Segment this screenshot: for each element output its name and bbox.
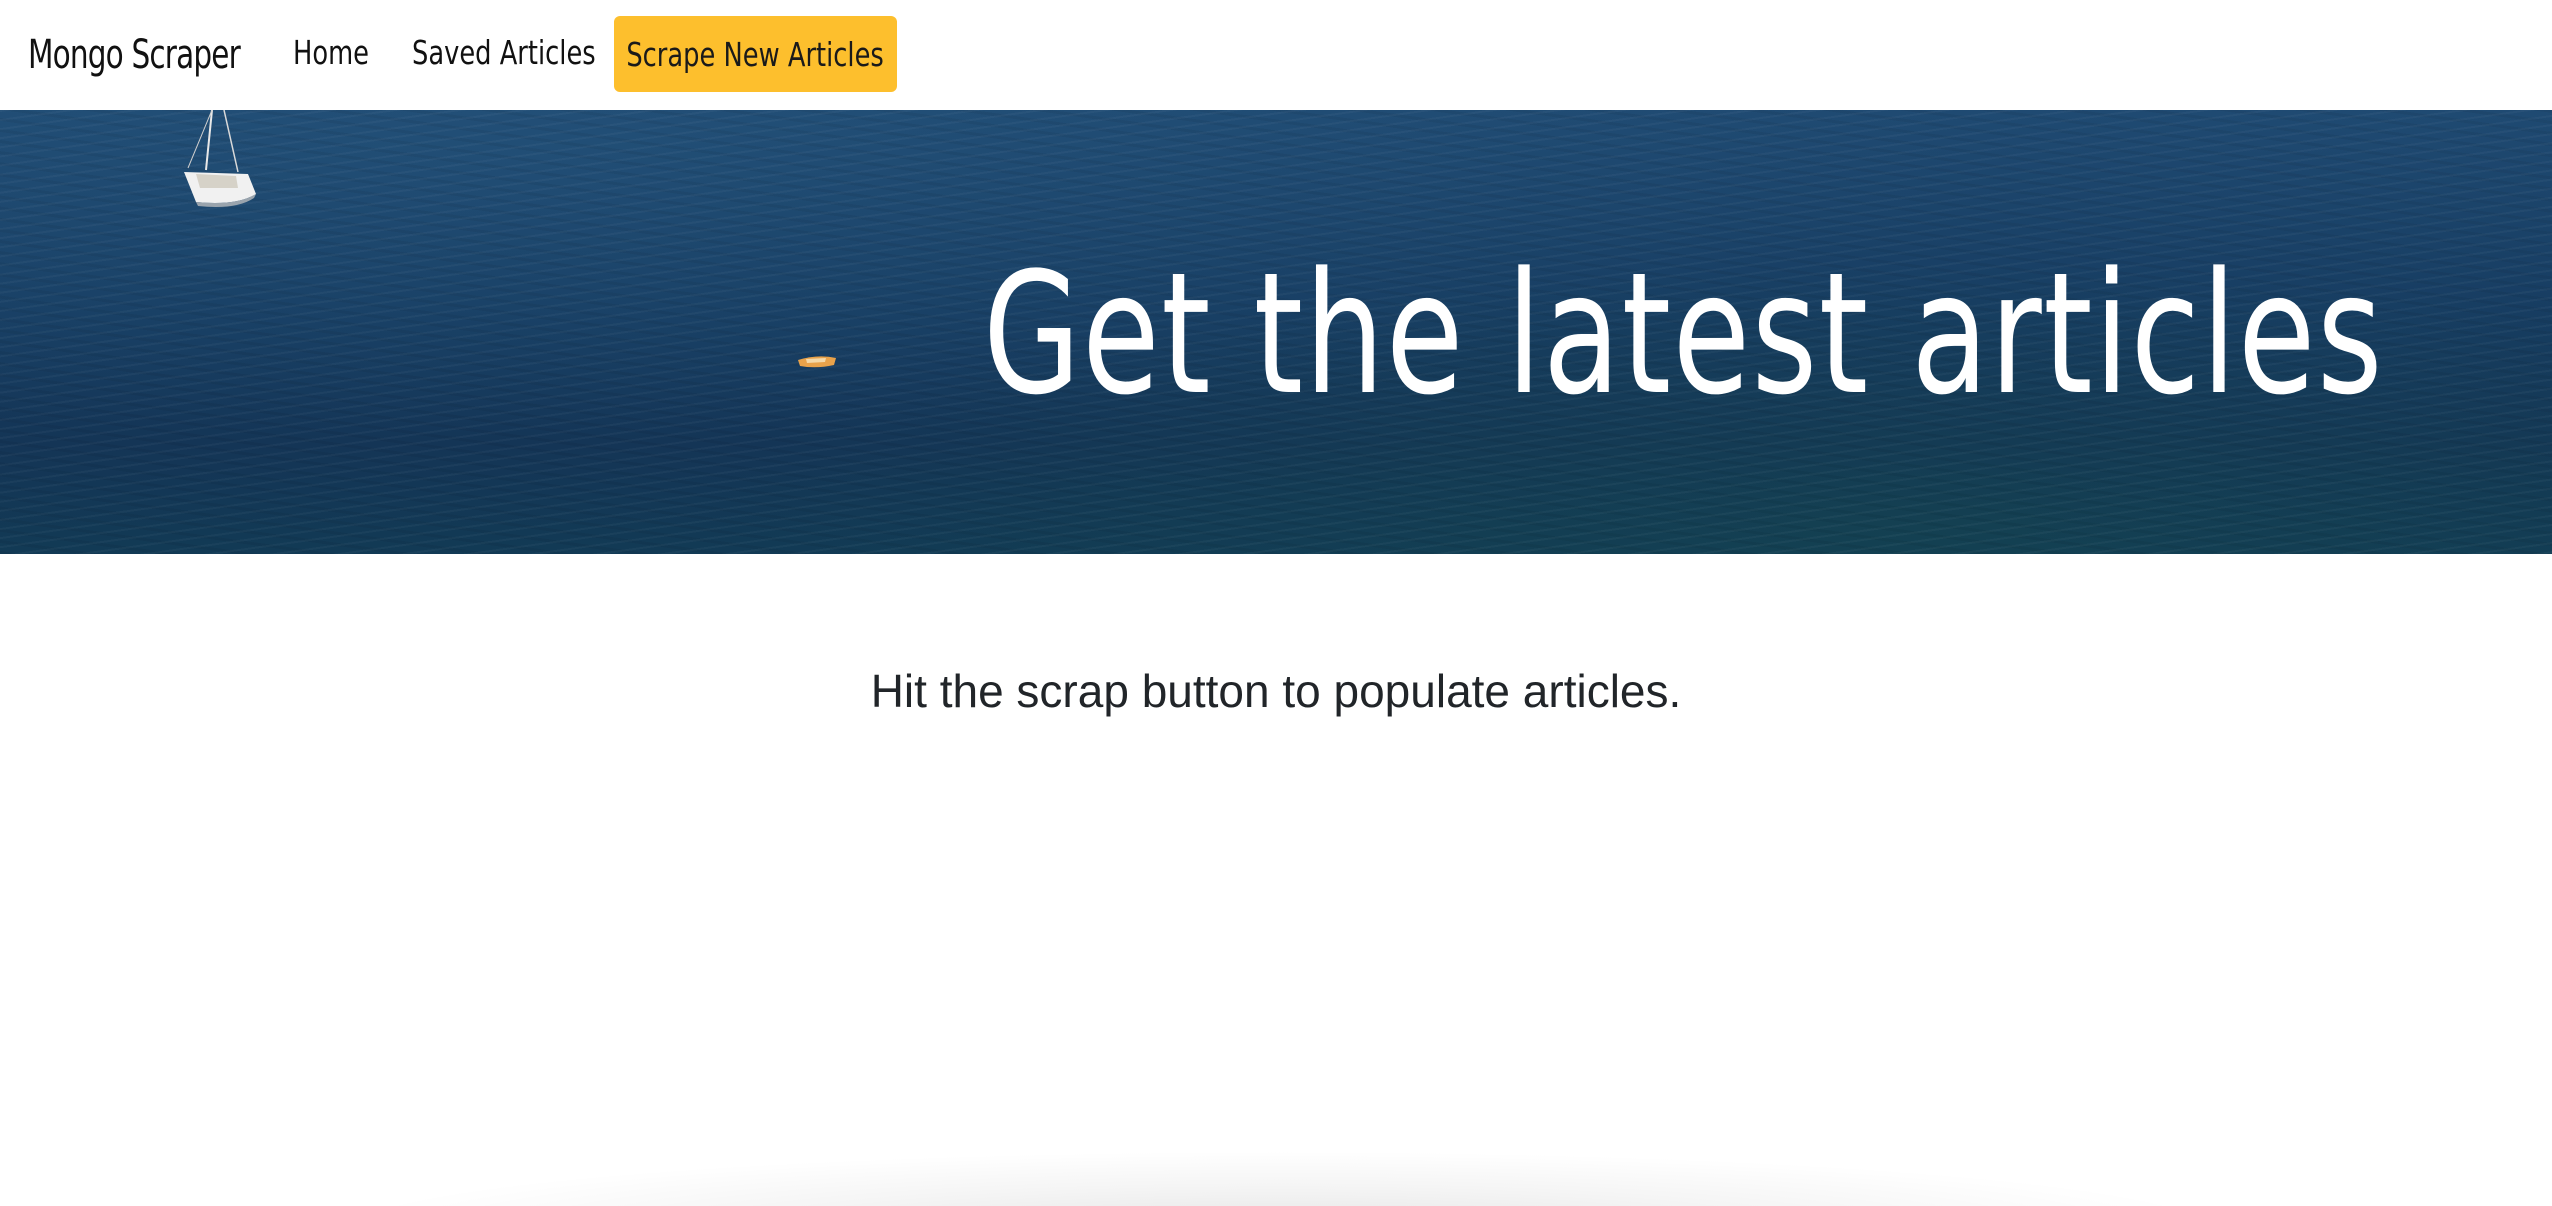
hero-banner: Get the latest articles [0, 110, 2552, 554]
brand-logo-link[interactable]: Mongo Scraper [28, 32, 241, 78]
articles-container-shadow [320, 1150, 2240, 1206]
scrape-button-label: Scrape New Articles [626, 34, 885, 74]
small-boat-image [798, 356, 836, 368]
empty-articles-message: Hit the scrap button to populate article… [870, 665, 1682, 717]
sailboat-image [184, 110, 256, 207]
hero-title: Get the latest articles [982, 236, 2384, 432]
navbar: Mongo Scraper Home Saved Articles Scrape… [0, 0, 2552, 110]
nav-link-saved-articles[interactable]: Saved Articles [412, 33, 596, 72]
nav-link-home[interactable]: Home [293, 33, 369, 72]
scrape-new-articles-button[interactable]: Scrape New Articles [614, 16, 897, 92]
